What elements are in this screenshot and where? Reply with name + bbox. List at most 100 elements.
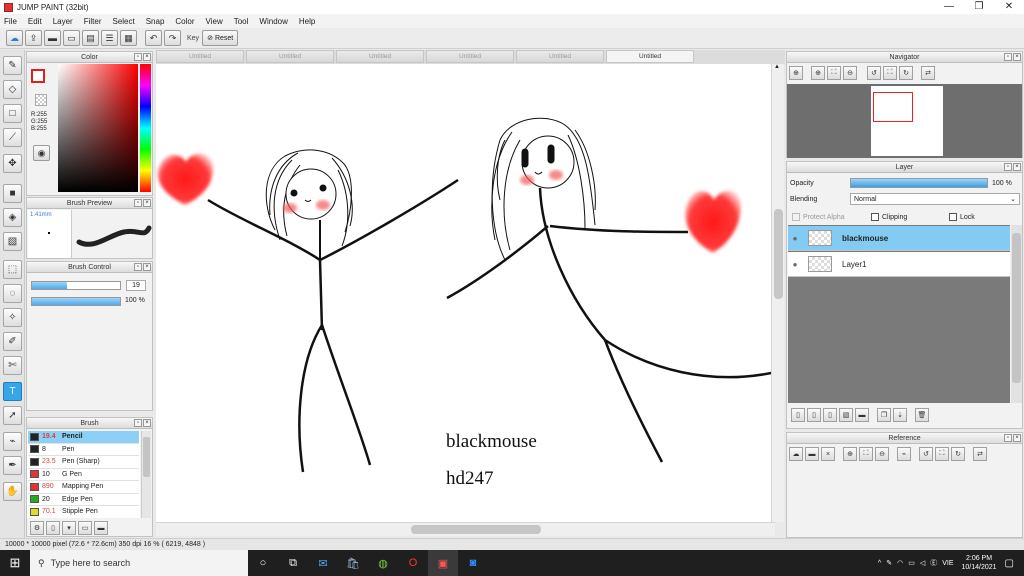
tray-language-icon[interactable]: Ⓔ [930, 558, 937, 568]
zoom-in-icon[interactable]: ⊕ [789, 66, 803, 80]
hue-slider[interactable] [140, 64, 151, 192]
tray-battery-icon[interactable]: ▭ [908, 559, 915, 567]
mail-icon[interactable]: ✉ [308, 550, 338, 576]
select-eraser-icon[interactable]: ✄ [3, 356, 22, 375]
tray-wifi-icon[interactable]: ◠ [897, 559, 903, 567]
drawing-canvas[interactable]: blackmouse hd247 [156, 64, 771, 522]
tray-pen-icon[interactable]: ✎ [886, 559, 892, 567]
reference-rotate-right-icon[interactable]: ↻ [951, 447, 965, 461]
reset-button[interactable]: ⊘ Reset [202, 30, 239, 46]
taskbar-clock[interactable]: 2:06 PM 10/14/2021 [962, 554, 997, 572]
menu-snap[interactable]: Snap [146, 17, 165, 26]
tab-untitled-4[interactable]: Untitled [426, 50, 514, 63]
panel-float-icon[interactable]: ▫ [134, 199, 142, 207]
panel-float-icon[interactable]: ▫ [1004, 434, 1012, 442]
reset-view-icon[interactable]: ⛶ [883, 66, 897, 80]
minimize-button[interactable]: — [934, 0, 964, 14]
brush-item[interactable]: 890 Mapping Pen [28, 481, 139, 494]
panel-close-icon[interactable]: × [143, 199, 151, 207]
panel-float-icon[interactable]: ▫ [1004, 163, 1012, 171]
menu-edit[interactable]: Edit [28, 17, 42, 26]
speech-bubble-icon[interactable]: ▬ [44, 30, 61, 46]
merge-layer-icon[interactable]: ⇣ [893, 408, 907, 422]
document-icon[interactable]: ▤ [82, 30, 99, 46]
brush-opacity-slider[interactable] [31, 297, 121, 306]
reference-rotate-left-icon[interactable]: ↺ [919, 447, 933, 461]
magic-wand-icon[interactable]: ✧ [3, 308, 22, 327]
navigator-viewport-rect[interactable] [873, 92, 913, 122]
export-icon[interactable]: ⇪ [25, 30, 42, 46]
lock-checkbox[interactable] [949, 213, 957, 221]
pen-tool-icon[interactable]: ✒ [3, 456, 22, 475]
layer-row-layer1[interactable]: ● Layer1 [788, 252, 1010, 277]
reference-fit-icon[interactable]: ⛶ [859, 447, 873, 461]
bucket-tool-icon[interactable]: ◈ [3, 208, 22, 227]
new-layer-8bit-icon[interactable]: ▯ [807, 408, 821, 422]
brush-size-slider[interactable] [31, 281, 121, 290]
reference-zoom-out-icon[interactable]: ⊖ [875, 447, 889, 461]
fit-icon[interactable]: ⛶ [827, 66, 841, 80]
menu-filter[interactable]: Filter [84, 17, 102, 26]
tray-language-label[interactable]: VIE [942, 560, 953, 567]
zoom-out-icon[interactable]: ⊖ [843, 66, 857, 80]
protect-alpha-checkbox[interactable] [792, 213, 800, 221]
task-view-icon[interactable]: ⧉ [278, 550, 308, 576]
menu-view[interactable]: View [206, 17, 223, 26]
new-layer-icon[interactable]: ▯ [791, 408, 805, 422]
tab-untitled-1[interactable]: Untitled [156, 50, 244, 63]
tray-chevron-icon[interactable]: ^ [878, 560, 881, 567]
menu-color[interactable]: Color [175, 17, 194, 26]
tray-volume-icon[interactable]: ◁ [920, 559, 925, 567]
layer-visibility-icon[interactable]: ● [788, 260, 802, 269]
tab-untitled-active[interactable]: Untitled [606, 50, 694, 63]
redo-icon[interactable]: ↷ [164, 30, 181, 46]
move-tool-icon[interactable]: ✥ [3, 154, 22, 173]
zoom-icon[interactable]: ◙ [458, 550, 488, 576]
cortana-icon[interactable]: ○ [248, 550, 278, 576]
new-brush-icon[interactable]: ▯ [46, 521, 60, 535]
list-icon[interactable]: ☰ [101, 30, 118, 46]
tab-untitled-5[interactable]: Untitled [516, 50, 604, 63]
new-folder-icon[interactable]: ▬ [855, 408, 869, 422]
clipping-checkbox[interactable] [871, 213, 879, 221]
zoom-in-2-icon[interactable]: ⊕ [811, 66, 825, 80]
brush-size-field[interactable]: 19 [126, 280, 146, 291]
vertical-scroll-thumb[interactable] [774, 209, 783, 299]
rectangle-tool-icon[interactable]: □ [3, 104, 22, 123]
layer-scrollbar[interactable] [1011, 225, 1022, 403]
jump-paint-icon[interactable]: ▣ [428, 550, 458, 576]
transparent-color-swatch[interactable] [35, 94, 47, 106]
brush-settings-icon[interactable]: ⚙ [30, 521, 44, 535]
menu-select[interactable]: Select [112, 17, 134, 26]
rotate-right-icon[interactable]: ↻ [899, 66, 913, 80]
brush-item[interactable]: 23.5 Pen (Sharp) [28, 456, 139, 469]
brush-list-scrollbar[interactable] [141, 431, 151, 518]
panel-close-icon[interactable]: × [143, 53, 151, 61]
eyedropper-icon[interactable]: ⌁ [3, 432, 22, 451]
foreground-color-swatch[interactable] [31, 69, 45, 83]
close-button[interactable]: ✕ [994, 0, 1024, 14]
brush-folder-icon[interactable]: ▬ [94, 521, 108, 535]
undo-icon[interactable]: ↶ [145, 30, 162, 46]
panel-close-icon[interactable]: × [1013, 434, 1021, 442]
gradient-tool-icon[interactable]: ▧ [3, 232, 22, 251]
menu-tool[interactable]: Tool [234, 17, 249, 26]
select-pen-icon[interactable]: ✐ [3, 332, 22, 351]
panel-float-icon[interactable]: ▫ [1004, 53, 1012, 61]
brush-item[interactable]: 8 Pen [28, 443, 139, 456]
saturation-value-picker[interactable] [58, 64, 138, 192]
hand-tool-icon[interactable]: ✋ [3, 482, 22, 501]
line-tool-icon[interactable]: ⟋ [3, 128, 22, 147]
blending-select[interactable]: Normal ⌄ [850, 193, 1020, 205]
eraser-tool-icon[interactable]: ◇ [3, 80, 22, 99]
panel-close-icon[interactable]: × [1013, 163, 1021, 171]
text-tool-icon[interactable]: T [3, 382, 22, 401]
lasso-icon[interactable]: ◌ [3, 284, 22, 303]
duplicate-layer-icon[interactable]: ❐ [877, 408, 891, 422]
layer-row-blackmouse[interactable]: ● blackmouse [788, 226, 1010, 251]
layer-visibility-icon[interactable]: ● [788, 234, 802, 243]
delete-layer-icon[interactable]: 🗑 [915, 408, 929, 422]
horizontal-scroll-thumb[interactable] [411, 525, 541, 534]
scroll-up-icon[interactable]: ▲ [774, 64, 780, 70]
notification-icon[interactable]: ▢ [1005, 558, 1014, 569]
